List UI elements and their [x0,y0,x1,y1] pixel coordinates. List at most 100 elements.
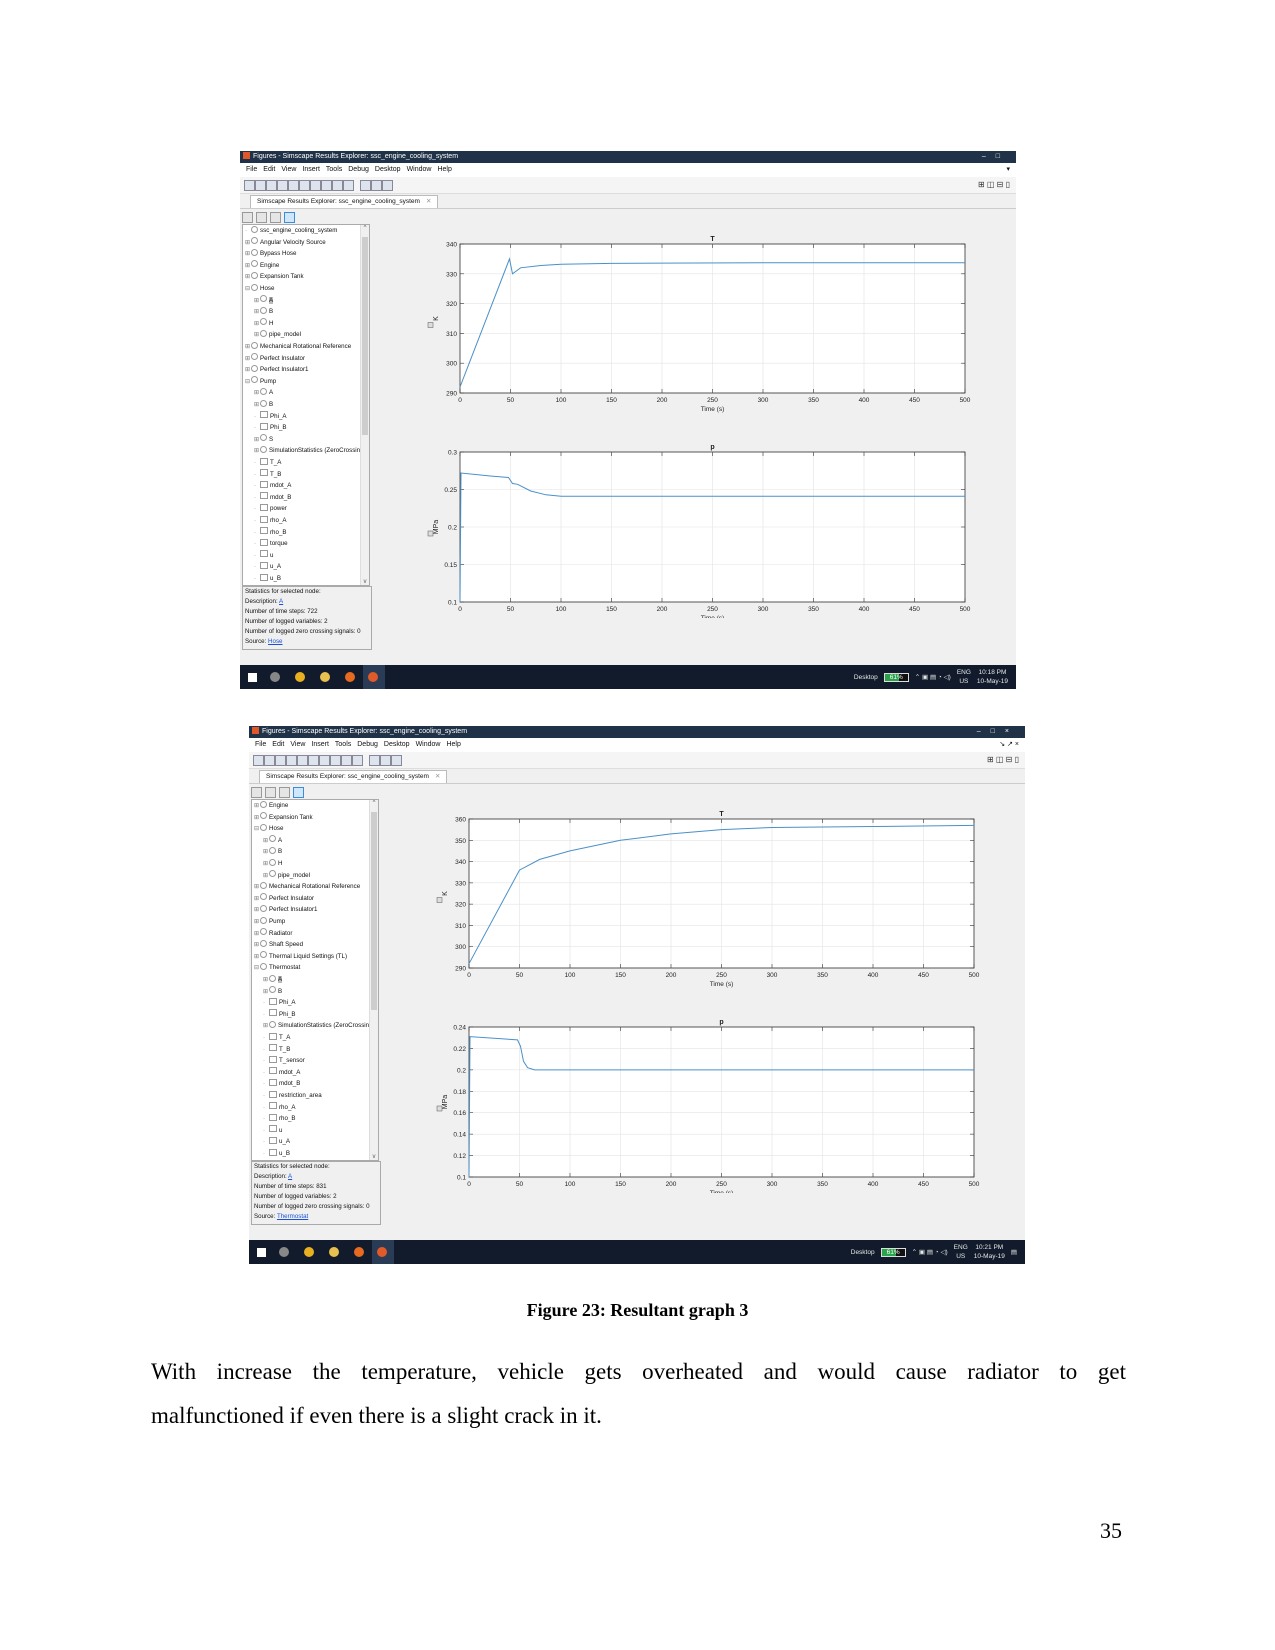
menu-item-debug[interactable]: Debug [357,741,378,748]
clock[interactable]: 10:21 PM 10-May-19 [974,1243,1005,1261]
expand-icon[interactable]: ⊞ [263,859,269,870]
tree-item[interactable]: · u_A [263,1136,290,1147]
file-explorer-icon[interactable] [320,672,330,682]
legend-icon[interactable] [360,180,371,191]
hide-tools-icon[interactable] [380,755,391,766]
tree-item[interactable]: · u [263,1125,282,1136]
clock[interactable]: 10:18 PM 10-May-19 [977,668,1008,686]
tree-item[interactable]: · T_sensor [263,1055,305,1066]
tree-item[interactable]: ⊞ Mechanical Rotational Reference [254,881,360,892]
colorbar-icon[interactable] [352,755,363,766]
tree-item[interactable]: ⊞ B [263,986,282,997]
brush-icon[interactable] [321,180,332,191]
tree-item[interactable]: ⊞ B [254,399,273,410]
notifications-icon[interactable]: ▤ [1011,1248,1017,1256]
rotate-icon[interactable] [308,755,319,766]
menu-item-edit[interactable]: Edit [263,166,275,173]
task-view-icon[interactable] [270,672,280,682]
menu-item-window[interactable]: Window [416,741,441,748]
tree-item[interactable]: ⊞ SimulationStatistics (ZeroCrossings) [254,445,369,456]
tree-scrollbar[interactable]: ^ v [360,225,369,585]
menu-item-insert[interactable]: Insert [302,166,320,173]
chrome-icon[interactable] [304,1247,314,1257]
tray-icons[interactable]: ⌃ ▣ ▤ ◔ ◁) [915,673,951,681]
scroll-down-icon[interactable]: v [370,1154,378,1160]
reload-icon[interactable] [279,787,290,798]
link-plot-icon[interactable] [284,212,295,223]
legend-icon[interactable] [369,755,380,766]
tree-item[interactable]: ⊟ Thermostat [254,962,300,973]
window-controls[interactable]: –□× [977,726,1019,738]
matlab-icon[interactable] [368,672,378,682]
menu-item-debug[interactable]: Debug [348,166,369,173]
menu-item-help[interactable]: Help [446,741,460,748]
tree-item[interactable]: · Phi_B [254,422,287,433]
tree-item[interactable]: · mdot_A [254,480,291,491]
tree-item[interactable]: · Phi_A [254,411,287,422]
tree-item[interactable]: ⊞ Engine [254,800,288,811]
pan-icon[interactable] [297,755,308,766]
tree-item[interactable]: ⊞ pipe_model [254,329,301,340]
expand-icon[interactable]: ⊞ [263,975,269,986]
tree-item[interactable]: · torque [254,538,288,549]
brush-icon[interactable] [330,755,341,766]
dock-controls[interactable]: ↘ ↗ × [999,738,1019,752]
pan-icon[interactable] [288,180,299,191]
tree-item[interactable]: · rho_B [254,527,287,538]
tree-item[interactable]: · T_A [254,457,281,468]
task-view-icon[interactable] [279,1247,289,1257]
window-controls[interactable]: –□ [982,151,1010,163]
reload-icon[interactable] [270,212,281,223]
tree-item[interactable]: ⊟ Pump [245,376,276,387]
windows-start-icon[interactable] [248,673,257,682]
import-icon[interactable] [251,787,262,798]
tab-close-icon[interactable]: ✕ [435,773,440,780]
menu-item-desktop[interactable]: Desktop [375,166,401,173]
chrome-icon[interactable] [295,672,305,682]
import-icon[interactable] [242,212,253,223]
tree-item[interactable]: ⊟ Hose [254,823,283,834]
expand-icon[interactable]: ⊞ [245,342,251,353]
tree-item[interactable]: · u_B [263,1148,290,1159]
tree-item[interactable]: · u_B [254,573,281,584]
dock-icon[interactable] [391,755,402,766]
tray-icons[interactable]: ⌃ ▣ ▤ ◔ ◁) [912,1248,948,1256]
scroll-up-icon[interactable]: ^ [361,225,369,231]
tree-item[interactable]: · mdot_B [263,1078,300,1089]
menu-item-edit[interactable]: Edit [272,741,284,748]
extract-icon[interactable] [256,212,267,223]
tree-item[interactable]: ⊞ Radiator [254,928,292,939]
description-link[interactable]: A [288,1173,292,1180]
layout-icons[interactable]: ⊞ ◫ ⊟ ▯ [978,180,1010,189]
data-cursor-icon[interactable] [319,755,330,766]
menu-item-insert[interactable]: Insert [311,741,329,748]
source-link[interactable]: Thermostat [277,1213,308,1220]
source-link[interactable]: Hose [268,638,282,645]
tree-item[interactable]: · mdot_A [263,1067,300,1078]
tree-scrollbar[interactable]: ^ v [369,800,378,1160]
tree-item[interactable]: ⊞ Expansion Tank [254,812,313,823]
expand-icon[interactable]: ⊞ [254,917,260,928]
collapse-icon[interactable]: ⊟ [245,284,251,295]
desktop-toolbar[interactable]: Desktop [854,674,878,681]
tree-item[interactable]: ⊞ Perfect Insulator [245,353,305,364]
menu-item-view[interactable]: View [290,741,305,748]
tree-item[interactable]: ⊞ H [263,858,282,869]
zoom-out-icon[interactable] [286,755,297,766]
tree-item[interactable]: ⊞ Pump [254,916,285,927]
print-icon[interactable] [253,755,264,766]
tree-item[interactable]: ⊞ Expansion Tank [245,271,304,282]
tree-item[interactable]: ⊞ H [254,318,273,329]
select-icon[interactable] [264,755,275,766]
windows-start-icon[interactable] [257,1248,266,1257]
tree-item[interactable]: ⊞ Thermal Liquid Settings (TL) [254,951,347,962]
zoom-in-icon[interactable] [266,180,277,191]
zoom-in-icon[interactable] [275,755,286,766]
expand-icon[interactable]: ⊞ [254,801,260,812]
tab-results-explorer[interactable]: Simscape Results Explorer: ssc_engine_co… [259,770,448,783]
link-icon[interactable] [341,755,352,766]
tree-item[interactable]: ⊞ Engine [245,260,279,271]
scroll-down-icon[interactable]: v [361,579,369,585]
tree-item[interactable]: ⊞ Perfect Insulator1 [254,904,318,915]
tree-item[interactable]: · T_B [254,469,281,480]
